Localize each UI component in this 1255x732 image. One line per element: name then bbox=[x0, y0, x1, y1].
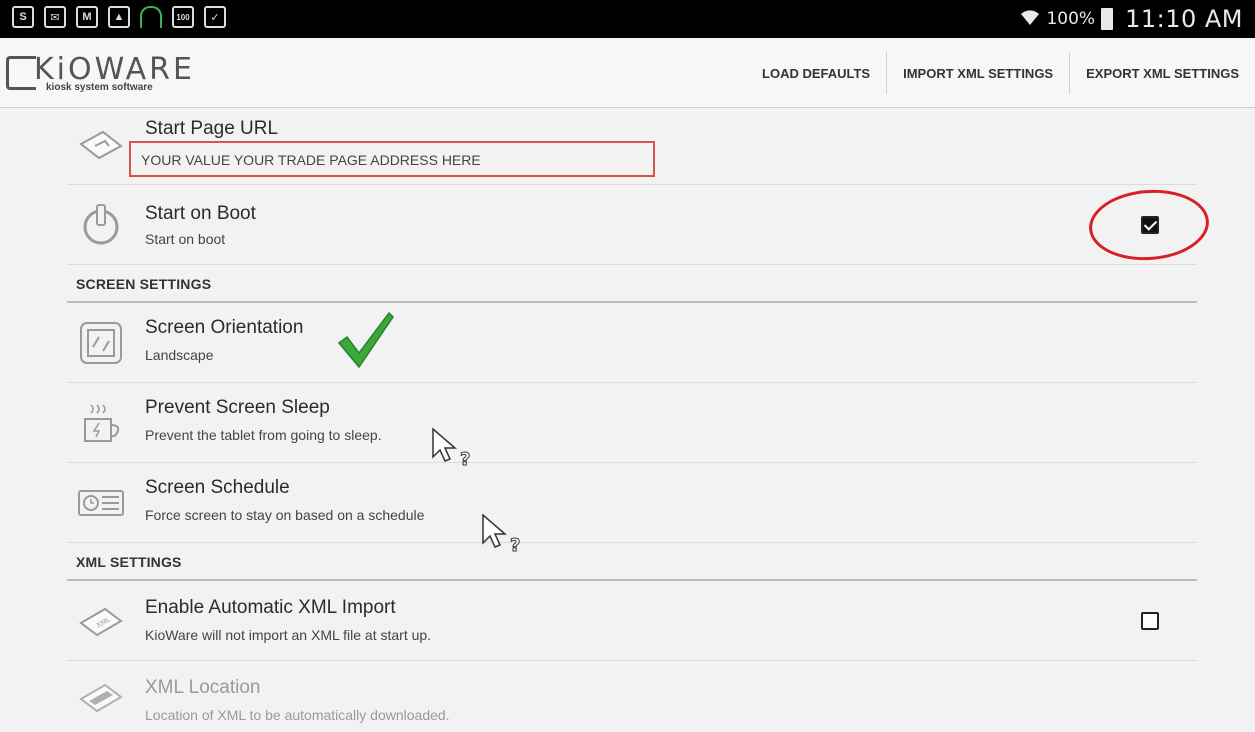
import-xml-settings-button[interactable]: IMPORT XML SETTINGS bbox=[887, 38, 1069, 108]
battery-icon bbox=[1101, 8, 1114, 30]
setting-title: Start Page URL bbox=[145, 118, 279, 139]
status-bar: S ✉ M ▲ 100 ✓ 100% 11:10 AM bbox=[0, 0, 1255, 38]
setting-title: Enable Automatic XML Import bbox=[145, 597, 396, 618]
setting-title: Start on Boot bbox=[145, 203, 256, 224]
action-bar: KiOWARE kiosk system software LOAD DEFAU… bbox=[0, 38, 1255, 108]
logo-tagline: kiosk system software bbox=[46, 82, 153, 93]
green-checkmark-icon bbox=[337, 311, 394, 369]
load-defaults-button[interactable]: LOAD DEFAULTS bbox=[746, 38, 886, 108]
power-icon bbox=[77, 201, 125, 249]
toolbar-actions: LOAD DEFAULTS IMPORT XML SETTINGS EXPORT… bbox=[746, 38, 1255, 108]
setting-enable-automatic-xml-import[interactable]: XML Enable Automatic XML Import KioWare … bbox=[67, 581, 1197, 661]
setting-subtitle: Landscape bbox=[145, 347, 214, 363]
settings-list: Start Page URL YOUR VALUE YOUR TRADE PAG… bbox=[67, 108, 1212, 732]
setting-subtitle: KioWare will not import an XML file at s… bbox=[145, 627, 432, 643]
clock: 11:10 AM bbox=[1125, 5, 1243, 33]
xml-config-icon: XML bbox=[77, 597, 125, 645]
battery-widget-icon: 100 bbox=[172, 6, 194, 28]
setting-title: Prevent Screen Sleep bbox=[145, 397, 330, 418]
export-xml-settings-button[interactable]: EXPORT XML SETTINGS bbox=[1070, 38, 1255, 108]
section-header-xml-settings: XML SETTINGS bbox=[67, 543, 1197, 581]
setting-subtitle: Start on boot bbox=[145, 231, 226, 247]
timer-schedule-icon bbox=[77, 479, 125, 527]
clipboard-check-icon: ✓ bbox=[204, 6, 226, 28]
screen-rotate-icon bbox=[77, 319, 125, 367]
setting-prevent-screen-sleep[interactable]: Prevent Screen Sleep Prevent the tablet … bbox=[67, 383, 1197, 471]
setting-screen-orientation[interactable]: Screen Orientation Landscape bbox=[67, 303, 1197, 383]
xml-download-icon bbox=[77, 673, 125, 721]
kioware-logo: KiOWARE kiosk system software bbox=[6, 50, 206, 100]
setting-subtitle: Location of XML to be automatically down… bbox=[145, 707, 450, 723]
setting-subtitle: Prevent the tablet from going to sleep. bbox=[145, 427, 382, 443]
headset-icon bbox=[140, 6, 162, 28]
link-page-icon bbox=[77, 122, 125, 170]
gmail-icon: M bbox=[76, 6, 98, 28]
setting-screen-schedule[interactable]: Screen Schedule Force screen to stay on … bbox=[67, 463, 1197, 557]
battery-percent: 100% bbox=[1046, 9, 1096, 29]
setting-start-page-url[interactable]: Start Page URL YOUR VALUE YOUR TRADE PAG… bbox=[67, 108, 1197, 185]
section-title: XML SETTINGS bbox=[76, 554, 182, 570]
setting-title: Screen Orientation bbox=[145, 317, 304, 338]
gallery-icon: ▲ bbox=[108, 6, 130, 28]
notification-icons: S ✉ M ▲ 100 ✓ bbox=[12, 6, 226, 28]
email-icon: ✉ bbox=[44, 6, 66, 28]
setting-subtitle: Force screen to stay on based on a sched… bbox=[145, 507, 425, 523]
setting-title: XML Location bbox=[145, 677, 261, 698]
coffee-mug-icon bbox=[77, 399, 125, 447]
section-title: SCREEN SETTINGS bbox=[76, 276, 212, 292]
section-header-screen-settings: SCREEN SETTINGS bbox=[67, 265, 1197, 303]
highlight-ellipse bbox=[1086, 185, 1212, 265]
setting-title: Screen Schedule bbox=[145, 477, 290, 498]
highlight-box bbox=[129, 141, 655, 177]
setting-start-on-boot[interactable]: Start on Boot Start on boot bbox=[67, 185, 1212, 265]
logo-mark-icon bbox=[6, 56, 36, 90]
system-status: 100% 11:10 AM bbox=[1020, 0, 1243, 38]
setting-xml-location[interactable]: XML Location Location of XML to be autom… bbox=[67, 661, 1197, 732]
wifi-icon bbox=[1020, 8, 1040, 31]
auto-xml-import-checkbox[interactable] bbox=[1141, 612, 1159, 630]
skype-icon: S bbox=[12, 6, 34, 28]
